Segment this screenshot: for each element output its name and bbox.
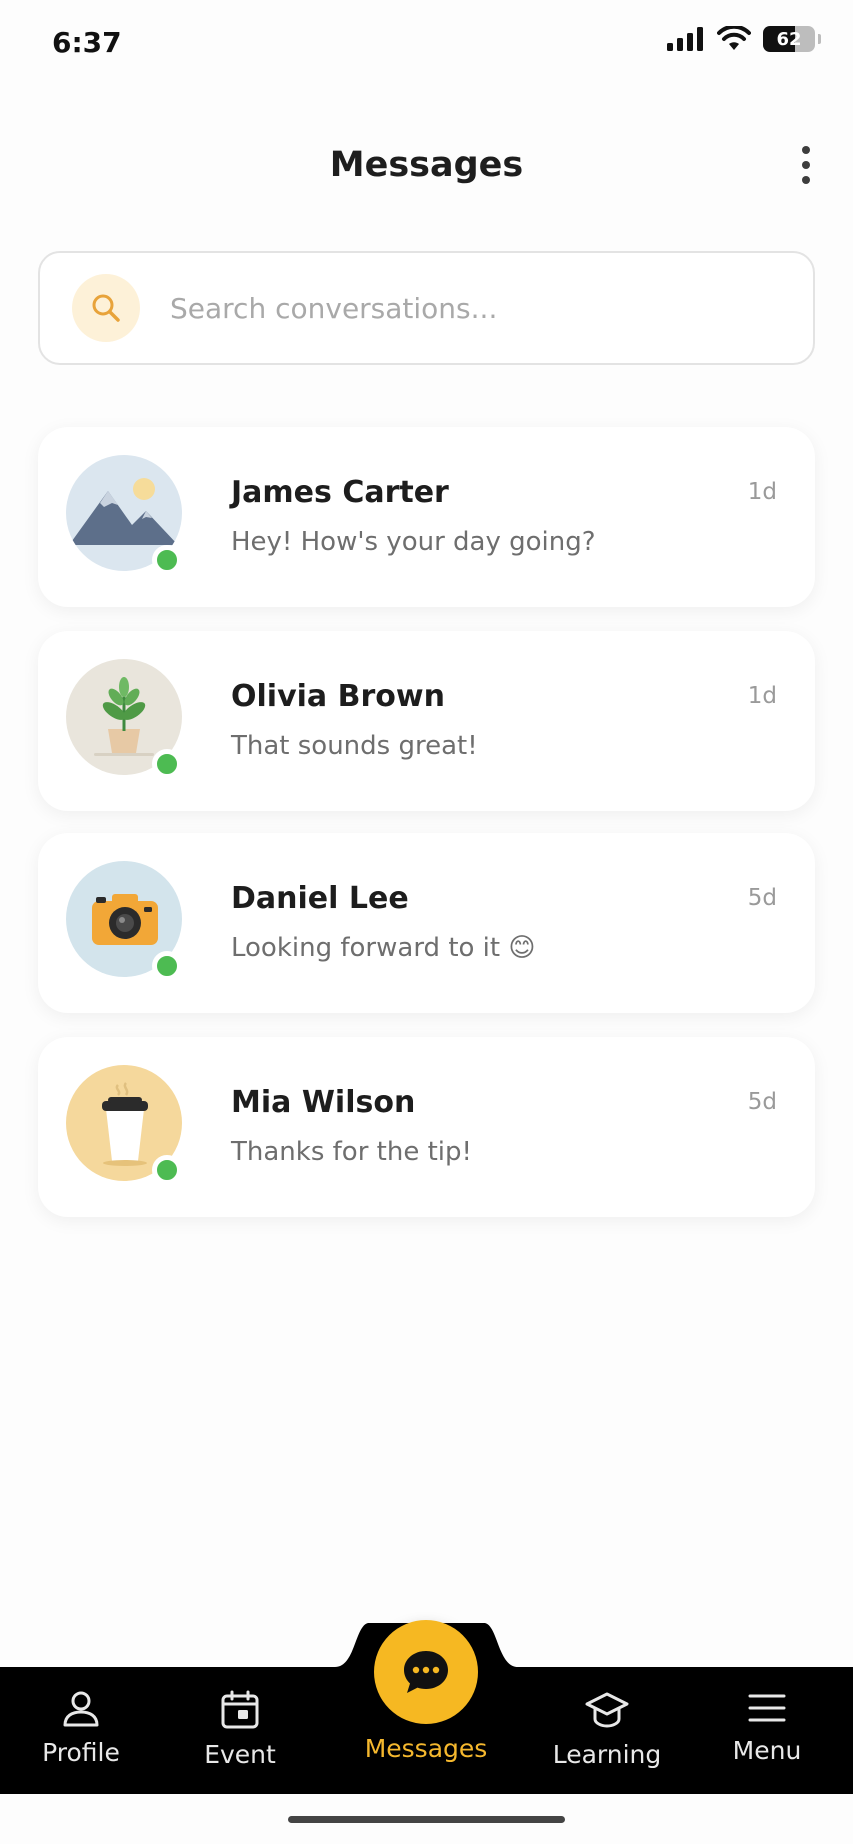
message-time: 1d	[747, 479, 777, 505]
search-icon	[72, 274, 140, 342]
graduation-cap-icon	[585, 1692, 629, 1728]
online-status-indicator	[152, 1155, 182, 1185]
page-title: Messages	[329, 145, 524, 185]
wifi-icon	[717, 26, 751, 50]
conversation-item[interactable]: Daniel Lee Looking forward to it 😊 5d	[38, 833, 815, 1013]
nav-label: Event	[204, 1740, 276, 1769]
battery-icon: 62	[763, 26, 821, 52]
messages-fab-button[interactable]	[374, 1620, 478, 1724]
nav-item-profile[interactable]: Profile	[11, 1690, 151, 1767]
nav-label: Menu	[732, 1736, 802, 1765]
cellular-signal-icon	[667, 27, 703, 51]
message-time: 5d	[747, 885, 777, 911]
message-preview: Looking forward to it 😊	[231, 933, 536, 963]
nav-item-learning[interactable]: Learning	[537, 1690, 677, 1769]
more-options-icon[interactable]	[801, 146, 811, 184]
message-preview: Thanks for the tip!	[231, 1137, 472, 1167]
status-bar: 6:37 62	[0, 0, 853, 90]
contact-name: Olivia Brown	[231, 679, 445, 714]
status-icons: 62	[667, 26, 821, 52]
conversation-item[interactable]: Mia Wilson Thanks for the tip! 5d	[38, 1037, 815, 1217]
nav-item-event[interactable]: Event	[170, 1690, 310, 1769]
home-indicator[interactable]	[288, 1816, 565, 1823]
message-preview: That sounds great!	[231, 731, 478, 761]
conversation-list: James Carter Hey! How's your day going? …	[38, 427, 815, 1241]
chat-bubble-icon	[404, 1651, 448, 1693]
conversation-item[interactable]: Olivia Brown That sounds great! 1d	[38, 631, 815, 811]
nav-label: Profile	[42, 1738, 120, 1767]
search-bar[interactable]	[38, 251, 815, 365]
online-status-indicator	[152, 951, 182, 981]
message-time: 1d	[747, 683, 777, 709]
search-input[interactable]	[170, 291, 770, 325]
hamburger-icon	[748, 1694, 786, 1722]
nav-label: Learning	[552, 1740, 662, 1769]
nav-label: Messages	[364, 1734, 488, 1763]
battery-level: 62	[776, 28, 802, 50]
nav-item-menu[interactable]: Menu	[697, 1690, 837, 1765]
contact-name: Mia Wilson	[231, 1085, 416, 1120]
message-preview: Hey! How's your day going?	[231, 527, 596, 557]
person-icon	[63, 1691, 99, 1727]
conversation-item[interactable]: James Carter Hey! How's your day going? …	[38, 427, 815, 607]
status-time: 6:37	[52, 26, 122, 59]
calendar-icon	[221, 1690, 259, 1729]
online-status-indicator	[152, 749, 182, 779]
contact-name: Daniel Lee	[231, 881, 409, 916]
nav-item-messages[interactable]: Messages	[356, 1734, 496, 1763]
message-time: 5d	[747, 1089, 777, 1115]
contact-name: James Carter	[231, 475, 449, 510]
online-status-indicator	[152, 545, 182, 575]
